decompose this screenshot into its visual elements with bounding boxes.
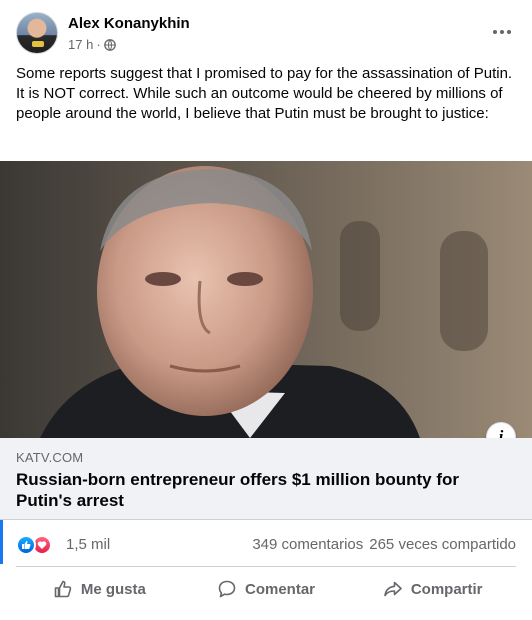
share-label: Compartir	[410, 580, 483, 598]
post-text: Some reports suggest that I promised to …	[16, 65, 513, 122]
link-preview-caption[interactable]: KATV.COM Russian-born entrepreneur offer…	[0, 438, 532, 520]
thumbs-up-icon	[54, 580, 72, 598]
link-title[interactable]: Russian-born entrepreneur offers $1 mill…	[16, 469, 506, 511]
focus-accent-bar	[0, 520, 3, 564]
meta-separator: ·	[96, 37, 101, 52]
share-arrow-icon	[384, 581, 402, 597]
link-preview-image[interactable]	[0, 161, 532, 438]
comment-icon	[218, 580, 236, 598]
comment-count[interactable]: 349 comentarios	[252, 536, 363, 553]
reactions-bar: 1,5 mil 349 comentarios 265 veces compar…	[16, 530, 516, 558]
comment-button[interactable]: Comentar	[183, 570, 350, 608]
post-time[interactable]: 17 h	[68, 37, 93, 52]
divider	[16, 566, 516, 567]
more-options-icon[interactable]	[488, 22, 516, 42]
avatar-shirt-logo	[32, 41, 44, 47]
like-button[interactable]: Me gusta	[16, 570, 183, 608]
author-avatar[interactable]	[16, 12, 58, 54]
post-header: Alex Konanykhin 17 h ·	[16, 12, 516, 56]
reaction-count[interactable]: 1,5 mil	[66, 536, 110, 553]
comment-label: Comentar	[245, 580, 316, 598]
globe-icon	[103, 38, 116, 51]
share-count[interactable]: 265 veces compartido	[369, 536, 516, 553]
like-label: Me gusta	[80, 580, 146, 598]
portrait-photo	[0, 161, 532, 438]
post-actions: Me gusta Comentar Compartir	[16, 570, 516, 608]
author-name[interactable]: Alex Konanykhin	[68, 15, 190, 32]
share-button[interactable]: Compartir	[349, 570, 516, 608]
post-stats: 349 comentarios 265 veces compartido	[252, 536, 516, 553]
link-domain: KATV.COM	[16, 450, 84, 465]
reaction-icons[interactable]	[16, 535, 56, 555]
post-meta: 17 h ·	[68, 37, 116, 52]
like-reaction-icon	[16, 535, 36, 555]
post-card: Alex Konanykhin 17 h · Some reports sugg…	[0, 0, 532, 620]
